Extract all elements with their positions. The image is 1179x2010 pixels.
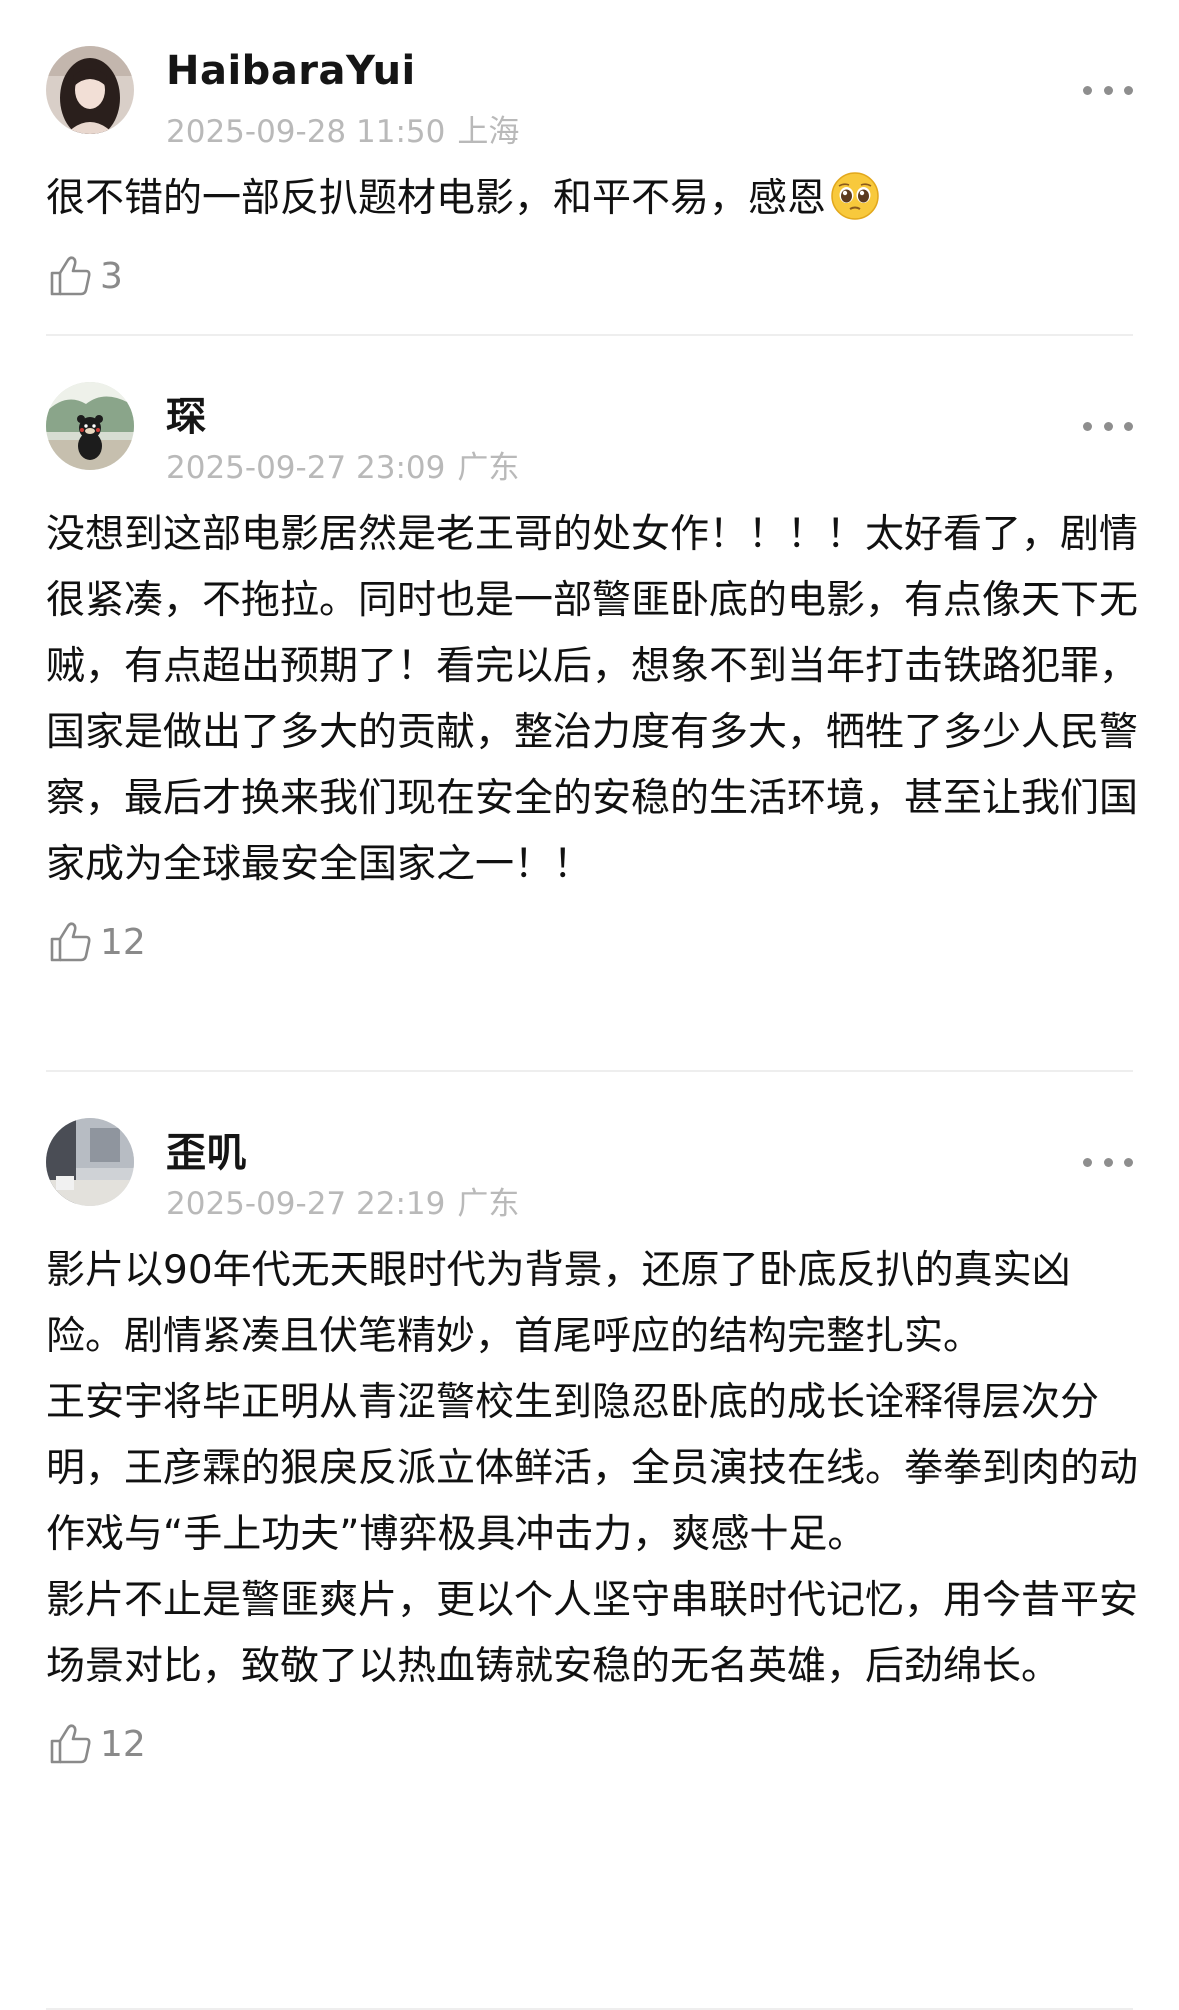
comment-header: HaibaraYui 2025-09-28 11:50 上海 <box>46 0 1133 150</box>
like-button[interactable]: 3 <box>46 246 1133 306</box>
username[interactable]: 琛 <box>166 384 207 442</box>
comment-card: 歪叽 2025-09-27 22:19 广东 影片以90年代无天眼时代为背景，还原… <box>0 1072 1179 2010</box>
thumbs-up-icon <box>50 922 91 962</box>
dot-icon <box>1083 421 1092 431</box>
comment-meta: 2025-09-27 22:19 广东 <box>166 1178 519 1223</box>
dot-icon <box>1124 421 1133 431</box>
thumbs-up-icon <box>50 1724 91 1764</box>
timestamp: 2025-09-27 23:09 <box>166 450 446 486</box>
comment-header: 琛 2025-09-27 23:09 广东 <box>46 336 1133 486</box>
ip-location: 广东 <box>457 450 520 486</box>
dot-icon <box>1103 85 1113 95</box>
room-photo-avatar-image <box>46 1118 134 1206</box>
avatar[interactable] <box>46 1118 134 1206</box>
woman-portrait-avatar-image <box>46 46 134 134</box>
ip-location: 广东 <box>457 1186 520 1222</box>
more-options-button[interactable] <box>1083 76 1133 104</box>
comment-card: HaibaraYui 2025-09-28 11:50 上海 很不错的一部反扒题材… <box>0 0 1179 336</box>
comment-meta: 2025-09-27 23:09 广东 <box>166 442 519 487</box>
thumbs-up-icon <box>50 256 91 296</box>
comment-text: 影片以90年代无天眼时代为背景，还原了卧底反扒的真实凶险。剧情紧凑且伏笔精妙，首… <box>46 1248 1139 1689</box>
ip-location: 上海 <box>457 114 520 150</box>
username[interactable]: HaibaraYui <box>166 48 416 94</box>
dot-icon <box>1124 1157 1133 1167</box>
bear-mascot-avatar-image <box>46 382 134 470</box>
username[interactable]: 歪叽 <box>166 1120 247 1178</box>
like-button[interactable]: 12 <box>46 1714 1133 1774</box>
comment-card: 琛 2025-09-27 23:09 广东 没想到这部电影居然是老王哥的处女作！！… <box>0 336 1179 1072</box>
pleading-face-emoji-icon <box>830 171 880 221</box>
comment-meta: 2025-09-28 11:50 上海 <box>166 106 519 151</box>
dot-icon <box>1083 85 1092 95</box>
timestamp: 2025-09-28 11:50 <box>166 114 446 150</box>
like-count: 3 <box>100 255 123 297</box>
comment-text: 没想到这部电影居然是老王哥的处女作！！！！太好看了，剧情很紧凑，不拖拉。同时也是… <box>46 512 1139 887</box>
comment-header: 歪叽 2025-09-27 22:19 广东 <box>46 1072 1133 1222</box>
dot-icon <box>1103 421 1113 431</box>
like-button[interactable]: 12 <box>46 912 1133 972</box>
dot-icon <box>1083 1157 1092 1167</box>
comment-body: 很不错的一部反扒题材电影，和平不易，感恩 <box>46 176 827 221</box>
avatar[interactable] <box>46 382 134 470</box>
dot-icon <box>1124 85 1133 95</box>
like-count: 12 <box>100 1723 146 1765</box>
timestamp: 2025-09-27 22:19 <box>166 1186 446 1222</box>
like-count: 12 <box>100 921 146 963</box>
dot-icon <box>1103 1157 1113 1167</box>
more-options-button[interactable] <box>1083 1148 1133 1176</box>
avatar[interactable] <box>46 46 134 134</box>
more-options-button[interactable] <box>1083 412 1133 440</box>
